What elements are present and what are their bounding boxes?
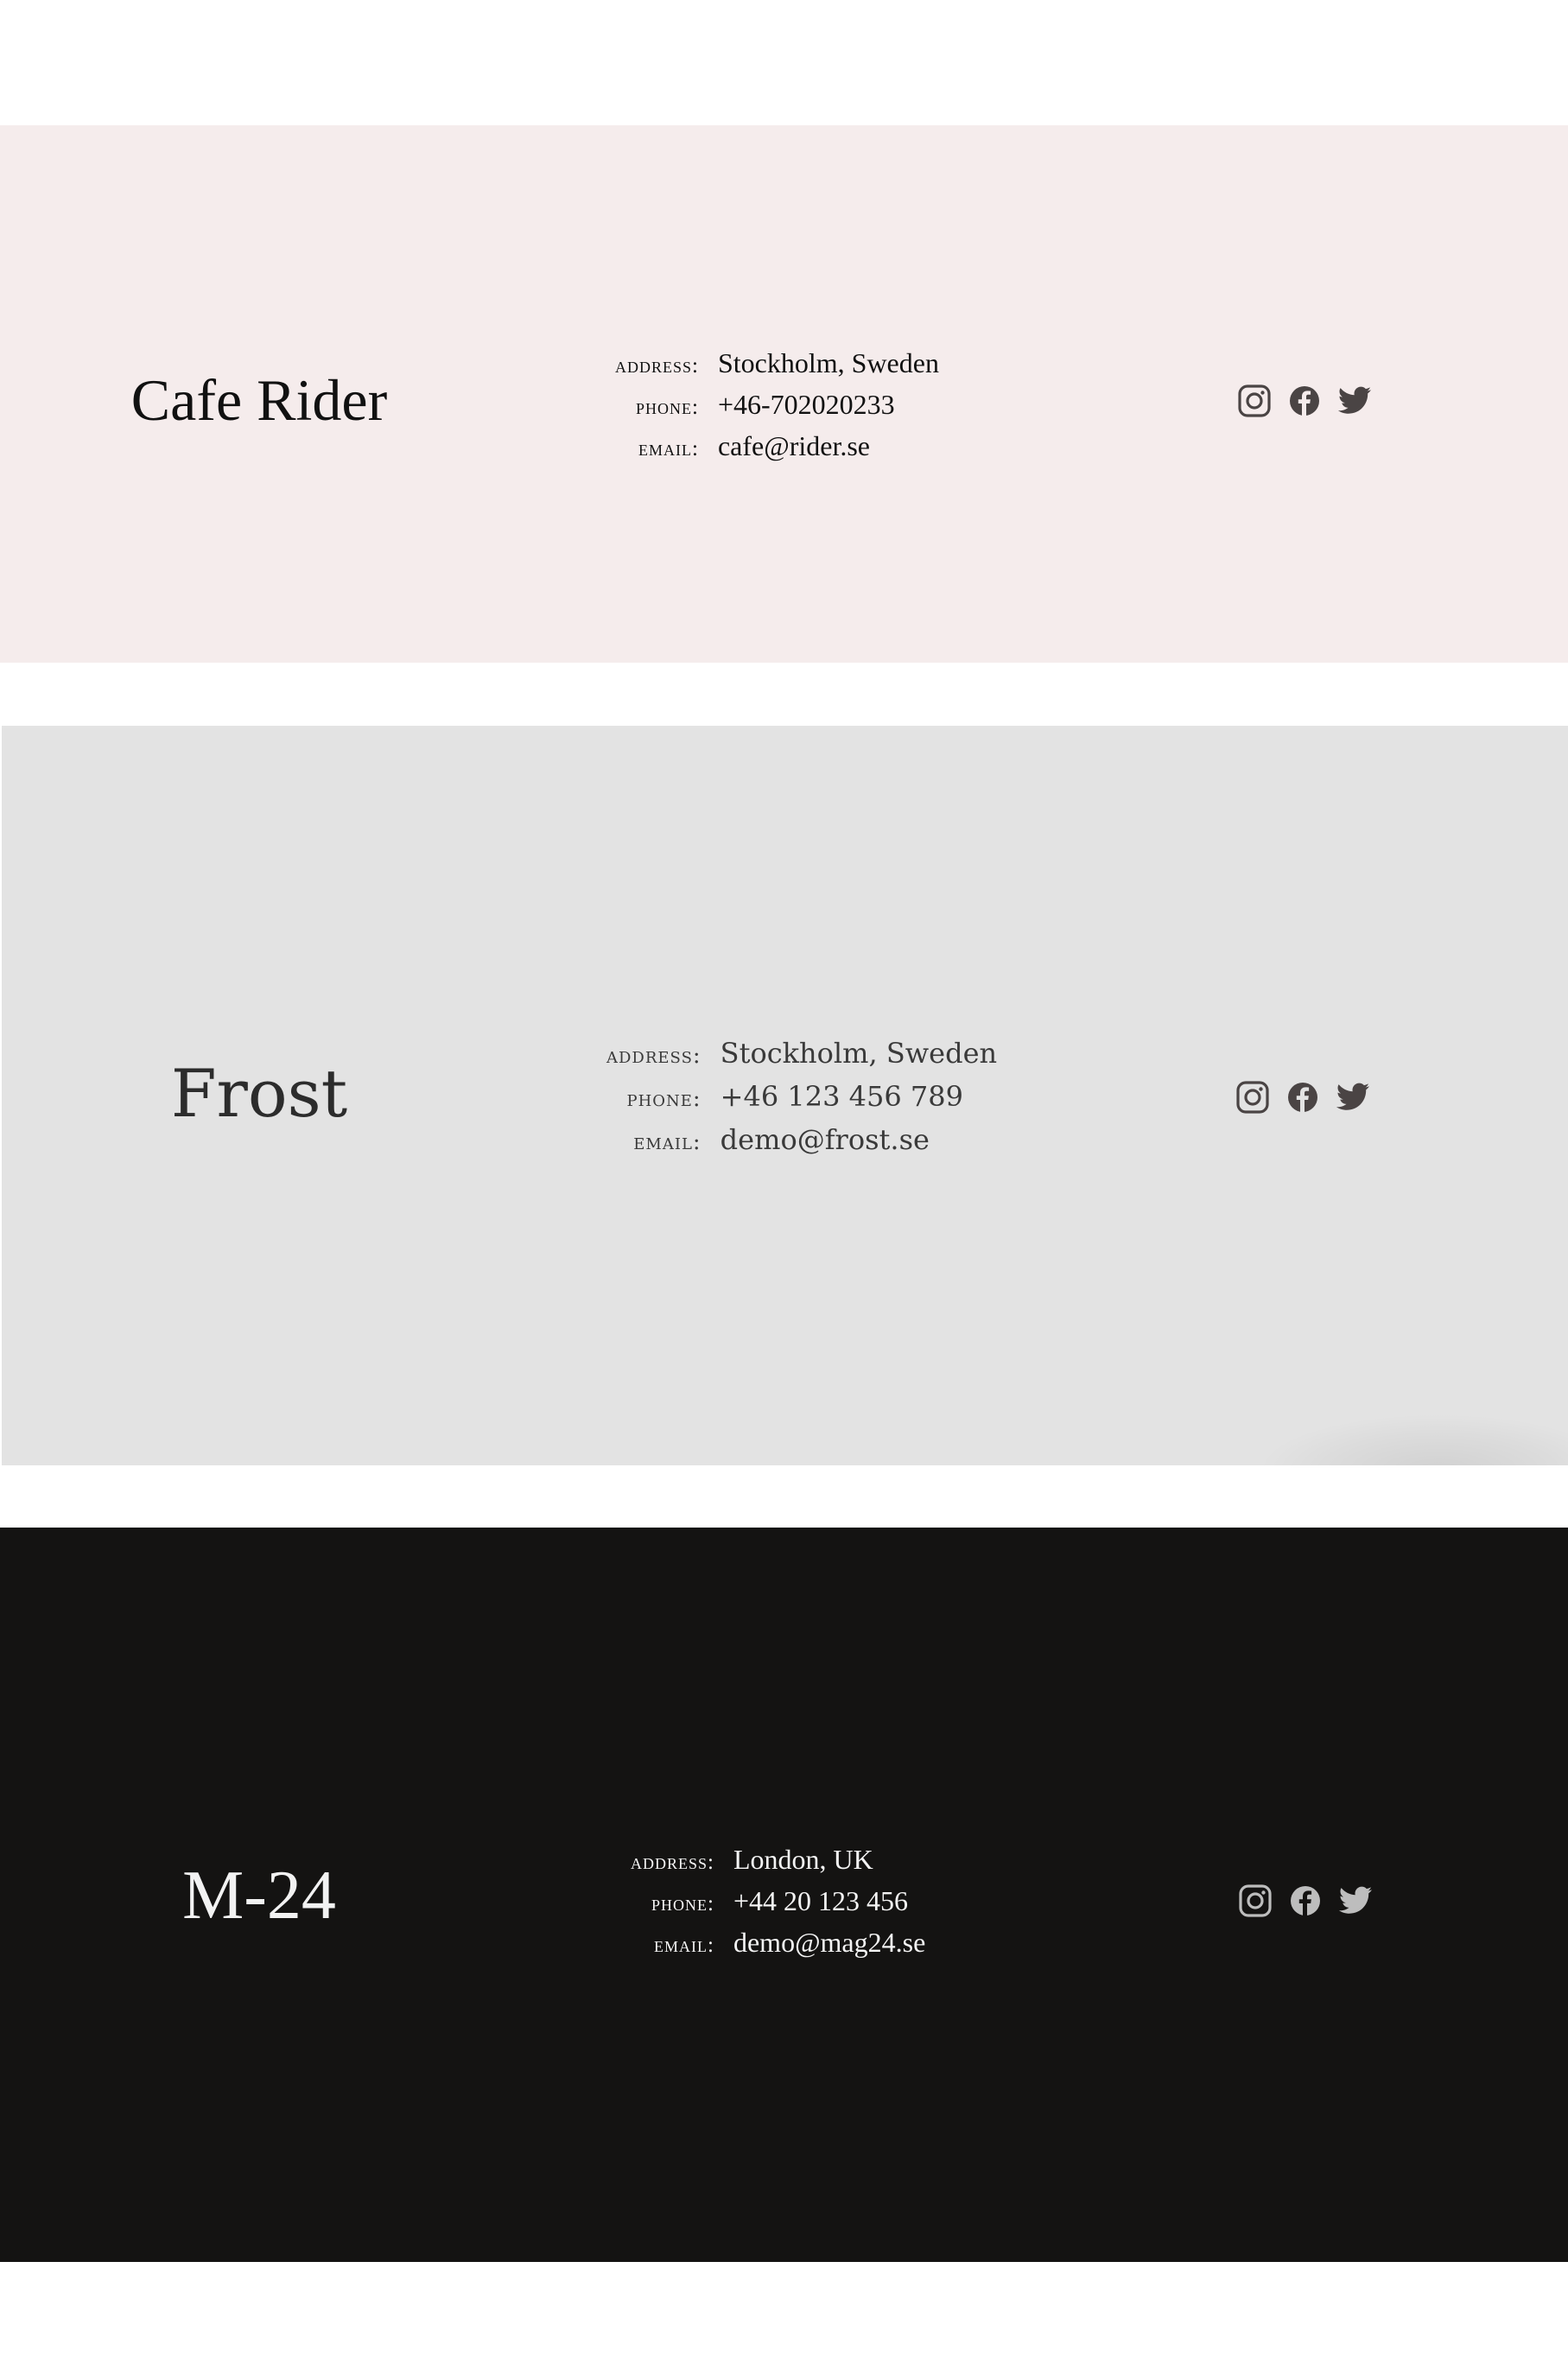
instagram-icon[interactable] [1237,384,1272,418]
email-label: EMAIL: [654,1934,714,1957]
twitter-icon[interactable] [1337,386,1372,416]
facebook-icon[interactable] [1289,385,1320,416]
phone-label: PHONE: [651,1892,714,1915]
address-label: ADDRESS: [606,1043,701,1069]
email-value[interactable]: cafe@rider.se [718,429,939,463]
instagram-icon[interactable] [1238,1884,1273,1918]
facebook-icon[interactable] [1287,1082,1318,1113]
phone-value[interactable]: +46-702020233 [718,387,939,422]
email-value[interactable]: demo@mag24.se [733,1925,925,1960]
phone-value[interactable]: +44 20 123 456 [733,1884,925,1918]
decorative-shadow [1257,1414,1568,1465]
email-value[interactable]: demo@frost.se [721,1121,997,1159]
email-label: EMAIL: [633,1129,701,1155]
address-value: Stockholm, Sweden [720,1037,998,1070]
facebook-icon[interactable] [1290,1885,1321,1916]
address-value: Stockholm, Sweden [717,347,939,378]
phone-label: PHONE: [626,1086,701,1112]
phone-label: PHONE: [636,396,699,419]
social-links [1235,1080,1370,1115]
brand-name: Cafe Rider [130,367,388,433]
social-links [1237,384,1372,418]
instagram-icon[interactable] [1235,1080,1270,1115]
address-label: ADDRESS: [615,354,699,378]
brand-name: M-24 [182,1858,336,1934]
email-label: EMAIL: [638,437,699,461]
phone-value[interactable]: +46 123 456 789 [721,1078,997,1115]
contact-details: ADDRESS: Stockholm, Sweden PHONE: +46-70… [615,346,939,467]
address-value: London, UK [733,1844,873,1875]
address-label: ADDRESS: [631,1851,714,1874]
social-links [1238,1884,1373,1918]
twitter-icon[interactable] [1338,1886,1373,1915]
twitter-icon[interactable] [1336,1083,1370,1112]
contact-details: ADDRESS: Stockholm, Sweden PHONE: +46 12… [606,1035,997,1161]
brand-name: Frost [170,1055,348,1132]
contact-details: ADDRESS: London, UK PHONE: +44 20 123 45… [631,1842,925,1963]
